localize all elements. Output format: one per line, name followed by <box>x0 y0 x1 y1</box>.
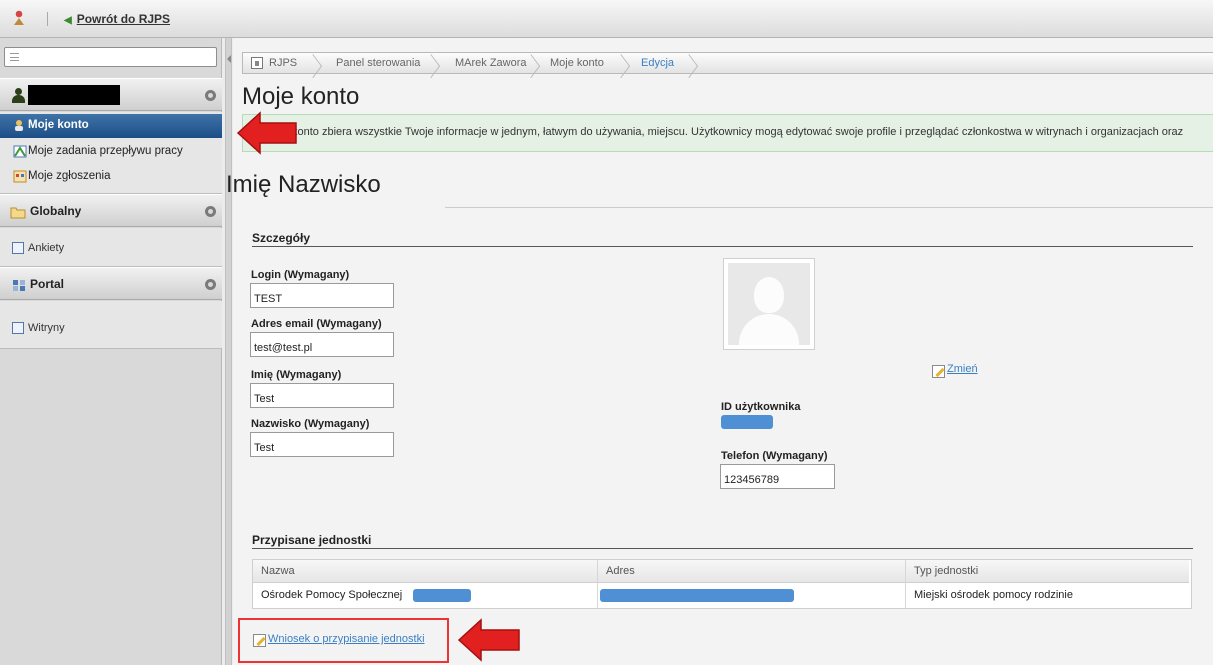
search-menu-icon <box>10 53 19 61</box>
top-bar: ◀ Powrót do RJPS <box>0 0 1213 38</box>
workflow-icon <box>13 145 27 158</box>
redacted-username <box>28 85 120 105</box>
section-toggle-icon[interactable] <box>205 206 216 217</box>
sidebar-panel-portal: Witryny <box>0 301 222 349</box>
login-input[interactable] <box>250 283 394 308</box>
app-logo-icon <box>14 10 24 25</box>
email-input[interactable] <box>250 332 394 357</box>
sidebar: Moje konto Moje zadania przepływu pracy … <box>0 38 222 665</box>
back-to-rjps-link[interactable]: ◀ Powrót do RJPS <box>64 12 170 26</box>
requests-icon <box>13 170 27 183</box>
sidebar-panel-user: Moje konto Moje zadania przepływu pracy … <box>0 112 222 194</box>
sidebar-section-user[interactable] <box>0 78 222 111</box>
sidebar-item-my-account[interactable]: Moje konto <box>0 114 222 138</box>
sidebar-item-my-requests[interactable]: Moje zgłoszenia <box>0 165 222 189</box>
sidebar-search-input[interactable] <box>4 47 217 67</box>
back-arrow-icon: ◀ <box>64 15 72 26</box>
sidebar-section-portal[interactable]: Portal <box>0 267 222 300</box>
sidebar-item-sites[interactable]: Witryny <box>0 319 222 339</box>
first-name-input[interactable] <box>250 383 394 408</box>
change-avatar-link[interactable]: Zmień <box>947 363 978 375</box>
sidebar-item-surveys[interactable]: Ankiety <box>0 239 222 259</box>
sites-icon <box>12 322 24 334</box>
survey-icon <box>12 242 24 254</box>
section-toggle-icon[interactable] <box>205 90 216 101</box>
sidebar-item-workflow-tasks[interactable]: Moje zadania przepływu pracy <box>0 140 222 164</box>
phone-input[interactable] <box>720 464 835 489</box>
request-unit-assignment-link[interactable]: Wniosek o przypisanie jednostki <box>268 633 425 645</box>
account-icon <box>15 120 23 131</box>
last-name-input[interactable] <box>250 432 394 457</box>
sidebar-section-global[interactable]: Globalny <box>0 194 222 227</box>
user-icon <box>12 88 25 103</box>
portal-icon <box>13 280 25 291</box>
section-toggle-icon[interactable] <box>205 279 216 290</box>
user-full-name: Imię Nazwisko <box>226 171 381 198</box>
sidebar-panel-global: Ankiety <box>0 228 222 267</box>
topbar-divider <box>47 12 48 26</box>
folder-icon <box>10 207 26 219</box>
